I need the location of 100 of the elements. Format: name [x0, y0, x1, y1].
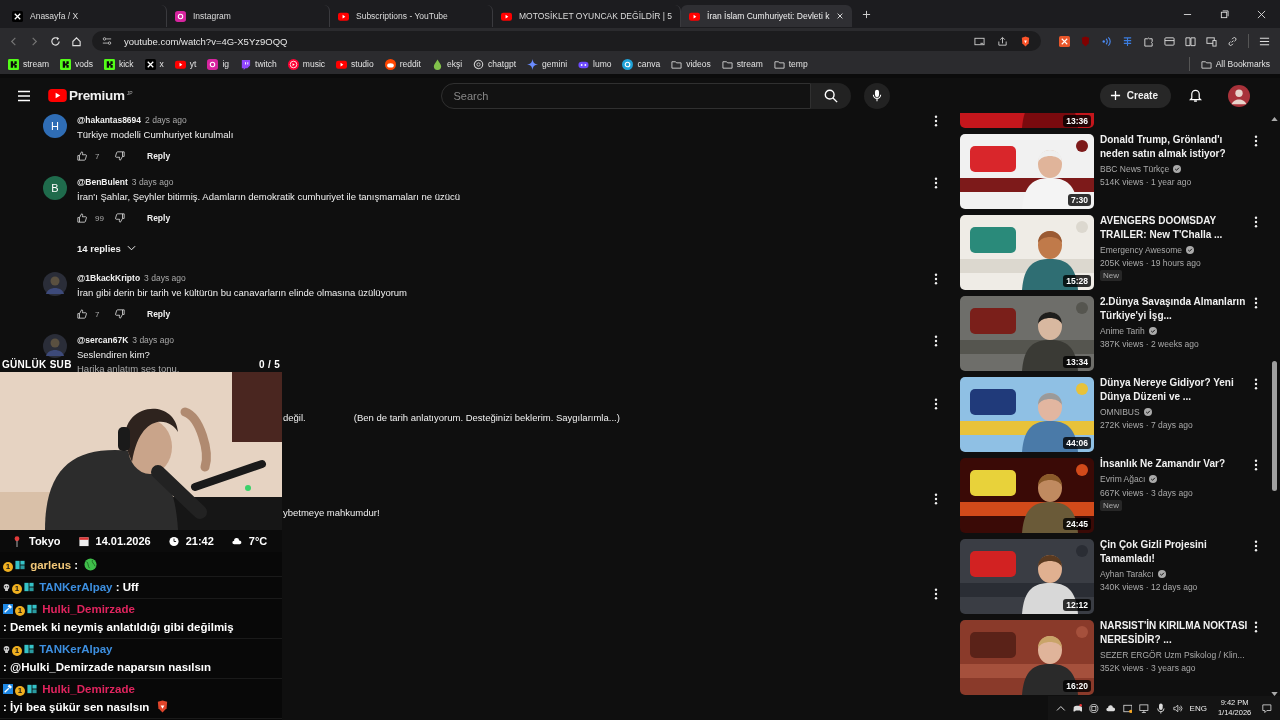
bookmark[interactable]: x: [144, 58, 164, 70]
more-icon[interactable]: [934, 588, 938, 600]
video-thumbnail[interactable]: 13:36: [960, 113, 1094, 128]
microphone-icon[interactable]: [1156, 702, 1166, 714]
more-icon[interactable]: [934, 493, 938, 505]
more-icon[interactable]: [1254, 135, 1258, 147]
avatar[interactable]: H: [43, 114, 67, 138]
more-icon[interactable]: [934, 273, 938, 285]
chat-username[interactable]: garleus: [30, 559, 72, 571]
video-title[interactable]: 2.Dünya Savaşında Almanların Türkiye'yi İşg...: [1100, 295, 1248, 322]
video-thumbnail[interactable]: 24:45: [960, 458, 1094, 533]
dislike-icon[interactable]: [115, 151, 125, 161]
comment-author[interactable]: @sercan67K: [77, 335, 129, 345]
reply-button[interactable]: Reply: [147, 309, 171, 319]
comment-author[interactable]: @hakantas8694: [77, 115, 142, 125]
bookmark[interactable]: temp: [773, 58, 808, 70]
reply-button[interactable]: Reply: [147, 151, 171, 161]
new-tab-icon[interactable]: [862, 9, 872, 19]
more-icon[interactable]: [934, 335, 938, 347]
bookmark[interactable]: twitch: [240, 58, 277, 70]
browser-tab[interactable]: İran İslam Cumhuriyeti: Devleti k: [681, 5, 853, 27]
comment-author[interactable]: @BenBulent: [77, 177, 128, 187]
chat-username[interactable]: TANKerAlpay: [39, 581, 113, 593]
logo-text[interactable]: Premium: [69, 88, 125, 103]
video-title[interactable]: Dünya Nereye Gidiyor? Yeni Dünya Düzeni ve ...: [1100, 376, 1248, 403]
bookmark[interactable]: canva: [622, 58, 661, 70]
back-icon[interactable]: [8, 35, 19, 47]
reply-button[interactable]: Reply: [147, 213, 171, 223]
site-settings-icon[interactable]: [102, 36, 112, 46]
like-icon[interactable]: [77, 151, 87, 161]
link-icon[interactable]: [1227, 35, 1238, 47]
channel-name[interactable]: Emergency Awesome: [1100, 244, 1183, 255]
bookmark[interactable]: gemini: [527, 58, 568, 70]
reload-icon[interactable]: [50, 35, 61, 47]
video-thumbnail[interactable]: 16:20: [960, 620, 1094, 695]
circle-icon[interactable]: [1089, 702, 1100, 714]
install-icon[interactable]: [974, 35, 985, 47]
search-field[interactable]: Search: [440, 82, 811, 109]
share-icon[interactable]: [997, 35, 1008, 47]
more-icon[interactable]: [1254, 621, 1258, 633]
sound-waves-icon[interactable]: [1101, 35, 1112, 47]
bookmark[interactable]: All Bookmarks: [1200, 58, 1270, 70]
like-icon[interactable]: [77, 309, 87, 319]
chat-username[interactable]: Hulki_Demirzade: [42, 683, 135, 695]
microphone-icon[interactable]: [871, 89, 882, 102]
channel-name[interactable]: Ayhan Tarakcı: [1100, 568, 1154, 579]
video-thumbnail[interactable]: 44:06: [960, 377, 1094, 452]
menu-icon[interactable]: [1259, 35, 1270, 47]
video-thumbnail[interactable]: 12:12: [960, 539, 1094, 614]
more-icon[interactable]: [1254, 459, 1258, 471]
avatar[interactable]: B: [43, 176, 67, 200]
forward-icon[interactable]: [29, 35, 40, 47]
search-button[interactable]: [810, 82, 851, 109]
browser-tab[interactable]: Instagram: [167, 5, 330, 27]
bookmark[interactable]: yt: [174, 58, 197, 70]
speaker-icon[interactable]: [1172, 702, 1183, 714]
more-icon[interactable]: [1254, 540, 1258, 552]
browser-tab[interactable]: Anasayfa / X: [4, 5, 167, 27]
channel-name[interactable]: OMNIBUS: [1100, 406, 1140, 417]
plus-icon[interactable]: [1109, 90, 1121, 101]
channel-name[interactable]: SEZER ERGÖR Uzm Psikolog / Klin...: [1100, 649, 1245, 660]
cloud-icon[interactable]: [1106, 702, 1116, 714]
bookmark[interactable]: ig: [207, 58, 230, 70]
play-logo-icon[interactable]: [48, 89, 67, 102]
scrollbar-thumb[interactable]: [1271, 361, 1277, 491]
puzzle-icon[interactable]: [1143, 35, 1154, 47]
video-thumbnail[interactable]: 13:34: [960, 296, 1094, 371]
more-icon[interactable]: [1254, 378, 1258, 390]
bell-icon[interactable]: [1189, 88, 1202, 103]
voice-search-button[interactable]: [863, 82, 890, 109]
video-thumbnail[interactable]: 7:30: [960, 134, 1094, 209]
bookmark[interactable]: stream: [721, 58, 763, 70]
home-icon[interactable]: [71, 35, 82, 47]
more-icon[interactable]: [934, 115, 938, 127]
chat-username[interactable]: Hulki_Demirzade: [42, 603, 135, 615]
bookmark[interactable]: videos: [671, 58, 711, 70]
scroll-up-icon[interactable]: [1270, 117, 1278, 121]
bookmark[interactable]: chatgpt: [473, 58, 516, 70]
lion-shield-icon[interactable]: [1020, 35, 1031, 47]
address-bar[interactable]: youtube.com/watch?v=4G-X5Yz9OQQ: [92, 31, 1041, 51]
extension-icon[interactable]: [1059, 35, 1070, 47]
avatar[interactable]: [1228, 84, 1250, 107]
more-icon[interactable]: [934, 398, 938, 410]
bookmark[interactable]: reddit: [384, 58, 421, 70]
grid-icon[interactable]: [1122, 35, 1133, 47]
video-title[interactable]: NARSIST'İN KIRILMA NOKTASI NERESİDİR? ...: [1100, 619, 1248, 646]
video-thumbnail[interactable]: 15:28: [960, 215, 1094, 290]
browser-tab[interactable]: Subscriptions - YouTube: [330, 5, 493, 27]
replies-toggle[interactable]: 14 replies: [77, 241, 934, 255]
dislike-icon[interactable]: [115, 213, 125, 223]
comment-time[interactable]: 3 days ago: [131, 177, 174, 187]
search-icon[interactable]: [823, 88, 838, 103]
more-icon[interactable]: [934, 177, 938, 189]
bookmark[interactable]: stream: [8, 58, 49, 70]
like-icon[interactable]: [77, 213, 87, 223]
bookmark[interactable]: lumo: [578, 58, 612, 70]
wallet-icon[interactable]: [1164, 35, 1175, 47]
create-button[interactable]: Create: [1099, 83, 1171, 108]
bookmark[interactable]: ekşi: [432, 58, 463, 70]
channel-name[interactable]: BBC News Türkçe: [1100, 163, 1170, 174]
